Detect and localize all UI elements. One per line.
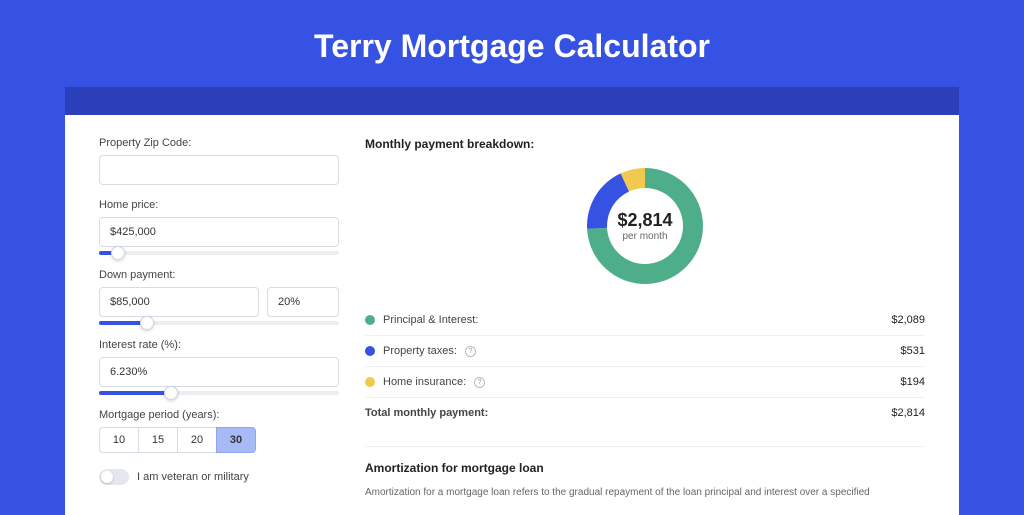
calculator-card: Property Zip Code: Home price: Down paym… <box>65 115 959 515</box>
interest-input[interactable] <box>99 357 339 387</box>
info-icon[interactable]: ? <box>465 346 476 357</box>
interest-label: Interest rate (%): <box>99 339 339 351</box>
breakdown-row: Property taxes:? $531 <box>365 335 925 366</box>
breakdown-label: Home insurance: <box>383 376 466 388</box>
total-label: Total monthly payment: <box>365 407 488 419</box>
amortization-title: Amortization for mortgage loan <box>365 461 925 475</box>
form-panel: Property Zip Code: Home price: Down paym… <box>99 137 339 500</box>
page-header: Terry Mortgage Calculator <box>0 0 1024 87</box>
down-payment-slider[interactable] <box>99 321 339 325</box>
veteran-label: I am veteran or military <box>137 471 249 483</box>
period-segmented: 10152030 <box>99 427 339 453</box>
total-row: Total monthly payment: $2,814 <box>365 397 925 428</box>
breakdown-value: $2,089 <box>891 314 925 326</box>
down-payment-label: Down payment: <box>99 269 339 281</box>
breakdown-value: $194 <box>901 376 925 388</box>
accent-bar <box>65 87 959 115</box>
breakdown-label: Property taxes: <box>383 345 457 357</box>
down-payment-pct-input[interactable] <box>267 287 339 317</box>
period-option-30[interactable]: 30 <box>216 427 256 453</box>
donut-chart-wrap: $2,814 per month <box>365 165 925 287</box>
home-price-input[interactable] <box>99 217 339 247</box>
down-payment-input[interactable] <box>99 287 259 317</box>
breakdown-label: Principal & Interest: <box>383 314 478 326</box>
total-value: $2,814 <box>891 407 925 419</box>
chart-center-label: per month <box>622 231 667 242</box>
interest-slider[interactable] <box>99 391 339 395</box>
breakdown-value: $531 <box>901 345 925 357</box>
breakdown-row: Home insurance:? $194 <box>365 366 925 397</box>
amortization-section: Amortization for mortgage loan Amortizat… <box>365 446 925 500</box>
legend-dot-icon <box>365 377 375 387</box>
period-option-10[interactable]: 10 <box>99 427 139 453</box>
period-label: Mortgage period (years): <box>99 409 339 421</box>
legend-dot-icon <box>365 315 375 325</box>
period-option-15[interactable]: 15 <box>138 427 178 453</box>
slider-thumb[interactable] <box>140 316 154 330</box>
period-option-20[interactable]: 20 <box>177 427 217 453</box>
breakdown-panel: Monthly payment breakdown: $2,814 per mo… <box>365 137 925 500</box>
toggle-knob <box>101 471 113 483</box>
info-icon[interactable]: ? <box>474 377 485 388</box>
page-title: Terry Mortgage Calculator <box>0 28 1024 65</box>
breakdown-row: Principal & Interest: $2,089 <box>365 305 925 335</box>
donut-chart: $2,814 per month <box>584 165 706 287</box>
zip-input[interactable] <box>99 155 339 185</box>
veteran-toggle[interactable] <box>99 469 129 485</box>
legend-dot-icon <box>365 346 375 356</box>
slider-thumb[interactable] <box>111 246 125 260</box>
home-price-slider[interactable] <box>99 251 339 255</box>
breakdown-title: Monthly payment breakdown: <box>365 137 925 151</box>
slider-thumb[interactable] <box>164 386 178 400</box>
chart-center-value: $2,814 <box>617 210 672 231</box>
zip-label: Property Zip Code: <box>99 137 339 149</box>
home-price-label: Home price: <box>99 199 339 211</box>
amortization-text: Amortization for a mortgage loan refers … <box>365 485 925 500</box>
